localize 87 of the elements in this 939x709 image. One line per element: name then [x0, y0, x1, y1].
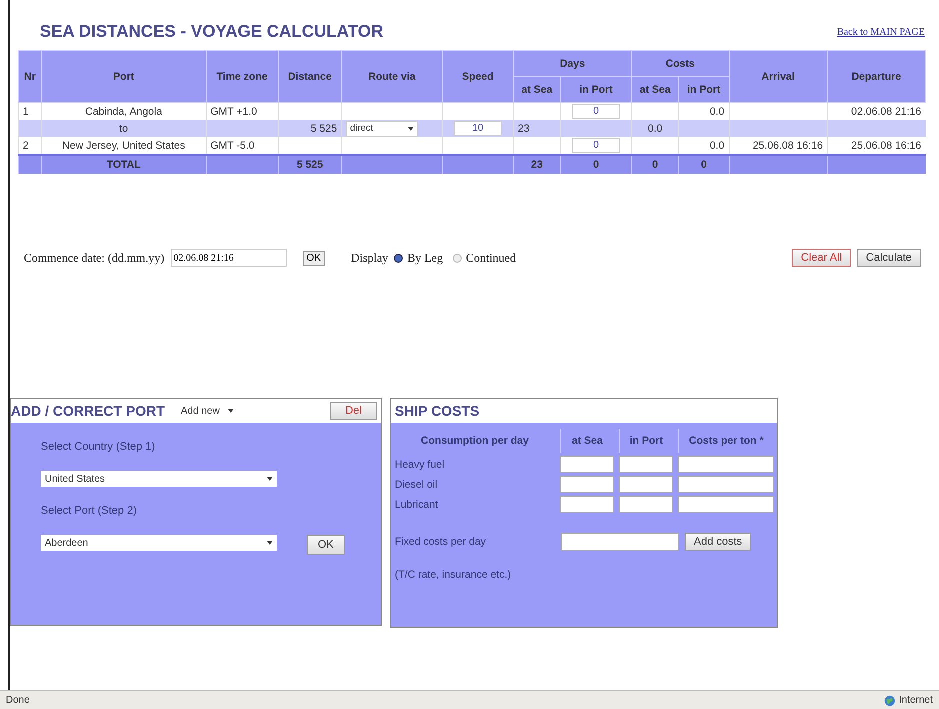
status-text: Done [6, 695, 30, 706]
table-cell: 25.06.08 16:16 [729, 137, 828, 155]
column-header: Departure [828, 50, 926, 102]
table-cell: New Jersey, United States [42, 137, 206, 155]
column-header: in Port [678, 76, 730, 102]
caret-icon [228, 409, 234, 413]
cost-field[interactable] [619, 496, 673, 513]
table-cell: 0 [632, 155, 679, 174]
radio-button[interactable] [394, 254, 404, 262]
route-dropdown[interactable]: direct [346, 120, 418, 136]
table-cell: 0.0 [678, 102, 730, 120]
table-cell: 25.06.08 16:16 [828, 137, 926, 155]
table-cell: 1 [18, 102, 42, 120]
days-field[interactable]: 0 [572, 104, 620, 119]
column-header: Port [42, 50, 206, 102]
column-header: in Port [560, 76, 632, 102]
column-header: Consumption per day [420, 434, 530, 449]
caret-icon [267, 541, 273, 545]
ok-button[interactable]: OK [302, 250, 326, 266]
port-dropdown[interactable]: Aberdeen [41, 535, 277, 551]
column-header: Time zone [206, 50, 278, 102]
table-cell: GMT -5.0 [206, 137, 278, 155]
clear-all-button[interactable]: Clear All [792, 249, 852, 267]
column-header: at Sea [514, 76, 561, 102]
row-label: Heavy fuel [395, 458, 446, 470]
row-label: Diesel oil [395, 478, 439, 490]
table-cell: TOTAL [42, 155, 206, 174]
cost-field[interactable] [619, 476, 673, 493]
table-cell: GMT +1.0 [206, 102, 278, 120]
globe-icon [884, 694, 896, 706]
table-cell: 5 525 [278, 120, 342, 137]
zone-text: Internet [899, 695, 933, 706]
option-label: By Leg [407, 250, 444, 266]
panel-title: ADD / CORRECT PORT [11, 403, 165, 419]
note-text: (T/C rate, insurance etc.) [394, 568, 512, 581]
cost-field[interactable] [560, 476, 614, 493]
speed-field[interactable]: 10 [454, 121, 502, 136]
days-field[interactable]: 0 [572, 138, 620, 153]
option-label: Continued [466, 250, 516, 266]
column-header: at Sea [560, 429, 614, 453]
table-cell: 02.06.08 21:16 [828, 102, 926, 120]
table-cell: Cabinda, Angola [42, 102, 206, 120]
display-label: Display [351, 250, 388, 266]
column-header: in Port [619, 429, 673, 453]
column-header: Speed [442, 50, 514, 102]
step-label: Select Country (Step 1) [41, 440, 156, 455]
add-costs-button[interactable]: Add costs [685, 533, 752, 551]
table-cell: 2 [18, 137, 42, 155]
table-cell: 23 [514, 120, 561, 137]
group-header: Days [514, 50, 632, 76]
page-title: SEA DISTANCES - VOYAGE CALCULATOR [40, 22, 384, 42]
fixed-costs-label: Fixed costs per day [395, 536, 488, 548]
column-header: Arrival [729, 50, 828, 102]
cost-field[interactable] [619, 456, 673, 473]
fixed-costs-field[interactable] [561, 533, 679, 551]
table-cell: 5 525 [278, 155, 342, 174]
radio-button[interactable] [453, 254, 462, 262]
ok-button[interactable]: OK [307, 535, 345, 555]
cost-field[interactable] [560, 456, 614, 473]
commence-label: Commence date: (dd.mm.yy) [24, 250, 165, 266]
column-header: Costs per ton * [678, 429, 774, 453]
cost-field[interactable] [678, 476, 774, 493]
cost-field[interactable] [678, 496, 774, 513]
commence-date-field[interactable]: 02.06.08 21:16 [170, 249, 287, 267]
column-header: Nr [18, 50, 42, 102]
row-label: Lubricant [395, 498, 440, 510]
caret-icon [267, 477, 273, 481]
step-label: Select Port (Step 2) [41, 504, 138, 519]
table-cell: 0.0 [632, 120, 679, 137]
country-dropdown[interactable]: United States [41, 471, 277, 487]
panel-title: SHIP COSTS [394, 403, 480, 419]
table-cell: 0.0 [678, 137, 730, 155]
calculate-button[interactable]: Calculate [857, 249, 921, 267]
group-header: Costs [632, 50, 730, 76]
table-cell: to [42, 120, 206, 137]
caret-icon [408, 126, 414, 130]
delete-button[interactable]: Del [330, 402, 377, 420]
table-cell: 0 [678, 155, 730, 174]
column-header: Route via [342, 50, 443, 102]
table-cell: 23 [514, 155, 561, 174]
cost-field[interactable] [678, 456, 774, 473]
column-header: at Sea [632, 76, 679, 102]
column-header: Distance [278, 50, 342, 102]
back-link[interactable]: Back to MAIN PAGE [837, 26, 925, 38]
table-cell: 0 [560, 155, 632, 174]
mode-dropdown[interactable]: Add new [181, 406, 234, 416]
cost-field[interactable] [560, 496, 614, 513]
